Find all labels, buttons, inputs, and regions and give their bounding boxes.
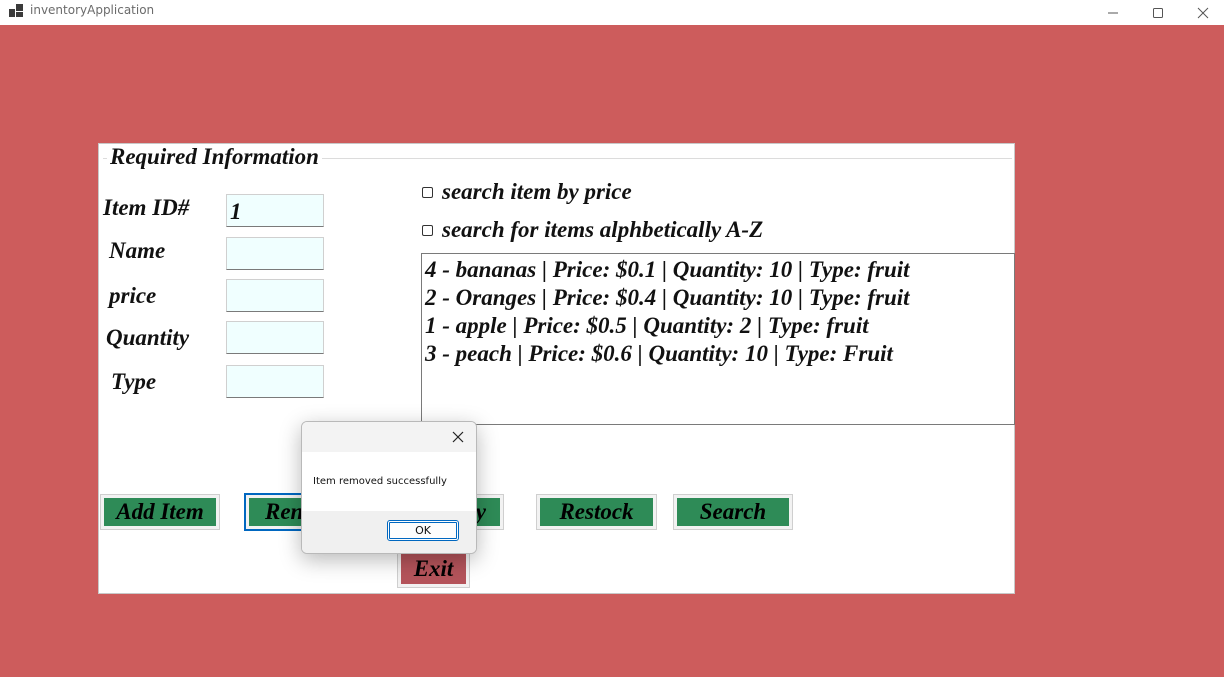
window-titlebar: inventoryApplication [0,0,1224,25]
name-field[interactable] [226,237,324,270]
price-field[interactable] [226,279,324,312]
minimize-button[interactable] [1090,0,1136,25]
search-by-price-checkbox[interactable] [422,187,433,198]
close-icon [452,431,464,443]
list-item[interactable]: 3 - peach | Price: $0.6 | Quantity: 10 |… [425,340,1011,368]
minimize-icon [1108,12,1118,13]
search-by-price-label[interactable]: search item by price [442,179,632,205]
item-id-field[interactable]: 1 [226,194,324,227]
main-panel: Required Information Item ID# 1 Name pri… [98,143,1015,594]
search-button[interactable]: Search [673,494,793,530]
close-icon [1197,7,1209,18]
dialog-titlebar [302,422,476,452]
quantity-field[interactable] [226,321,324,354]
add-item-button[interactable]: Add Item [100,494,220,530]
maximize-icon [1153,7,1163,18]
item-id-label: Item ID# [103,195,190,220]
list-item[interactable]: 4 - bananas | Price: $0.1 | Quantity: 10… [425,256,1011,284]
search-alphabetical-label[interactable]: search for items alphbetically A-Z [442,217,763,243]
name-label: Name [109,238,166,263]
dialog-body: Item removed successfully [302,452,476,511]
list-item[interactable]: 2 - Oranges | Price: $0.4 | Quantity: 10… [425,284,1011,312]
group-title: Required Information [107,144,322,170]
ok-button[interactable]: OK [387,520,459,541]
restock-button[interactable]: Restock [536,494,657,530]
close-window-button[interactable] [1180,0,1224,25]
message-dialog: Item removed successfully OK [301,421,477,554]
search-alphabetical-checkbox[interactable] [422,225,433,236]
dialog-footer: OK [302,511,476,553]
type-field[interactable] [226,365,324,398]
app-icon [9,4,23,17]
inventory-listbox[interactable]: 4 - bananas | Price: $0.1 | Quantity: 10… [421,253,1015,425]
quantity-label: Quantity [106,325,190,350]
price-label: price [109,283,157,308]
list-item[interactable]: 1 - apple | Price: $0.5 | Quantity: 2 | … [425,312,1011,340]
dialog-close-button[interactable] [446,426,470,448]
maximize-button[interactable] [1135,0,1181,25]
dialog-message: Item removed successfully [313,476,447,487]
type-label: Type [111,369,157,394]
exit-button[interactable]: Exit [397,549,470,588]
window-title: inventoryApplication [30,3,155,17]
